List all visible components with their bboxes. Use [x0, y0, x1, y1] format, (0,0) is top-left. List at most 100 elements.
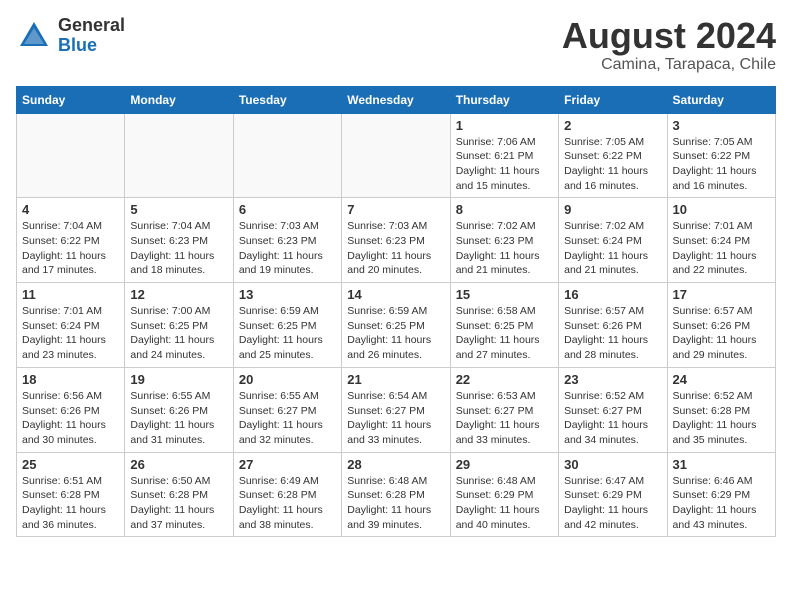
calendar-cell: [17, 113, 125, 198]
day-info: Sunrise: 6:59 AM Sunset: 6:25 PM Dayligh…: [239, 304, 336, 363]
calendar-week-1: 1 Sunrise: 7:06 AM Sunset: 6:21 PM Daylig…: [17, 113, 776, 198]
calendar-cell: [233, 113, 341, 198]
day-info: Sunrise: 6:53 AM Sunset: 6:27 PM Dayligh…: [456, 389, 553, 448]
day-number: 22: [456, 372, 553, 387]
day-number: 5: [130, 202, 227, 217]
weekday-header-monday: Monday: [125, 86, 233, 113]
weekday-header-row: SundayMondayTuesdayWednesdayThursdayFrid…: [17, 86, 776, 113]
day-number: 15: [456, 287, 553, 302]
calendar-cell: 4Sunrise: 7:04 AM Sunset: 6:22 PM Daylig…: [17, 198, 125, 283]
day-number: 17: [673, 287, 770, 302]
day-number: 30: [564, 457, 661, 472]
day-info: Sunrise: 7:03 AM Sunset: 6:23 PM Dayligh…: [239, 219, 336, 278]
day-info: Sunrise: 6:57 AM Sunset: 6:26 PM Dayligh…: [564, 304, 661, 363]
calendar-week-5: 25Sunrise: 6:51 AM Sunset: 6:28 PM Dayli…: [17, 452, 776, 537]
calendar-cell: 31Sunrise: 6:46 AM Sunset: 6:29 PM Dayli…: [667, 452, 775, 537]
day-info: Sunrise: 7:03 AM Sunset: 6:23 PM Dayligh…: [347, 219, 444, 278]
day-number: 14: [347, 287, 444, 302]
calendar-cell: 17 Sunrise: 6:57 AM Sunset: 6:26 PM Dayli…: [667, 283, 775, 368]
day-info: Sunrise: 6:55 AM Sunset: 6:26 PM Dayligh…: [130, 389, 227, 448]
day-info: Sunrise: 6:52 AM Sunset: 6:27 PM Dayligh…: [564, 389, 661, 448]
day-number: 28: [347, 457, 444, 472]
day-number: 10: [673, 202, 770, 217]
day-number: 6: [239, 202, 336, 217]
calendar-cell: 19 Sunrise: 6:55 AM Sunset: 6:26 PM Dayli…: [125, 367, 233, 452]
day-info: Sunrise: 6:48 AM Sunset: 6:29 PM Dayligh…: [456, 474, 553, 533]
day-info: Sunrise: 6:51 AM Sunset: 6:28 PM Dayligh…: [22, 474, 119, 533]
day-info: Sunrise: 7:00 AM Sunset: 6:25 PM Dayligh…: [130, 304, 227, 363]
day-info: Sunrise: 7:04 AM Sunset: 6:22 PM Dayligh…: [22, 219, 119, 278]
day-number: 2: [564, 118, 661, 133]
day-info: Sunrise: 6:58 AM Sunset: 6:25 PM Dayligh…: [456, 304, 553, 363]
calendar-cell: 18Sunrise: 6:56 AM Sunset: 6:26 PM Dayli…: [17, 367, 125, 452]
day-number: 26: [130, 457, 227, 472]
day-info: Sunrise: 6:56 AM Sunset: 6:26 PM Dayligh…: [22, 389, 119, 448]
page-header: General Blue August 2024 Camina, Tarapac…: [16, 16, 776, 74]
day-number: 19: [130, 372, 227, 387]
calendar-cell: 8 Sunrise: 7:02 AM Sunset: 6:23 PM Daylig…: [450, 198, 558, 283]
weekday-header-saturday: Saturday: [667, 86, 775, 113]
calendar-cell: [125, 113, 233, 198]
day-info: Sunrise: 6:59 AM Sunset: 6:25 PM Dayligh…: [347, 304, 444, 363]
day-number: 11: [22, 287, 119, 302]
weekday-header-thursday: Thursday: [450, 86, 558, 113]
calendar-cell: 26 Sunrise: 6:50 AM Sunset: 6:28 PM Dayli…: [125, 452, 233, 537]
calendar-cell: 5 Sunrise: 7:04 AM Sunset: 6:23 PM Daylig…: [125, 198, 233, 283]
day-number: 21: [347, 372, 444, 387]
day-info: Sunrise: 7:01 AM Sunset: 6:24 PM Dayligh…: [673, 219, 770, 278]
day-number: 31: [673, 457, 770, 472]
calendar-cell: 6 Sunrise: 7:03 AM Sunset: 6:23 PM Daylig…: [233, 198, 341, 283]
calendar-cell: 25Sunrise: 6:51 AM Sunset: 6:28 PM Dayli…: [17, 452, 125, 537]
logo-text: General Blue: [58, 16, 125, 56]
day-info: Sunrise: 7:05 AM Sunset: 6:22 PM Dayligh…: [673, 135, 770, 194]
day-info: Sunrise: 6:55 AM Sunset: 6:27 PM Dayligh…: [239, 389, 336, 448]
weekday-header-tuesday: Tuesday: [233, 86, 341, 113]
logo-icon: [16, 18, 52, 54]
calendar-cell: [342, 113, 450, 198]
calendar-cell: 16 Sunrise: 6:57 AM Sunset: 6:26 PM Dayli…: [559, 283, 667, 368]
calendar-cell: 3 Sunrise: 7:05 AM Sunset: 6:22 PM Daylig…: [667, 113, 775, 198]
calendar-cell: 12 Sunrise: 7:00 AM Sunset: 6:25 PM Dayli…: [125, 283, 233, 368]
calendar-cell: 24Sunrise: 6:52 AM Sunset: 6:28 PM Dayli…: [667, 367, 775, 452]
day-number: 3: [673, 118, 770, 133]
day-number: 9: [564, 202, 661, 217]
day-info: Sunrise: 6:52 AM Sunset: 6:28 PM Dayligh…: [673, 389, 770, 448]
day-info: Sunrise: 6:47 AM Sunset: 6:29 PM Dayligh…: [564, 474, 661, 533]
calendar-cell: 21 Sunrise: 6:54 AM Sunset: 6:27 PM Dayli…: [342, 367, 450, 452]
day-number: 16: [564, 287, 661, 302]
logo-blue: Blue: [58, 36, 125, 56]
calendar-cell: 14 Sunrise: 6:59 AM Sunset: 6:25 PM Dayli…: [342, 283, 450, 368]
title-block: August 2024 Camina, Tarapaca, Chile: [562, 16, 776, 74]
calendar-cell: 30 Sunrise: 6:47 AM Sunset: 6:29 PM Dayli…: [559, 452, 667, 537]
day-number: 8: [456, 202, 553, 217]
day-info: Sunrise: 7:06 AM Sunset: 6:21 PM Dayligh…: [456, 135, 553, 194]
month-year: August 2024: [562, 16, 776, 56]
calendar-week-2: 4Sunrise: 7:04 AM Sunset: 6:22 PM Daylig…: [17, 198, 776, 283]
day-number: 20: [239, 372, 336, 387]
day-info: Sunrise: 7:05 AM Sunset: 6:22 PM Dayligh…: [564, 135, 661, 194]
calendar-cell: 27Sunrise: 6:49 AM Sunset: 6:28 PM Dayli…: [233, 452, 341, 537]
day-info: Sunrise: 6:50 AM Sunset: 6:28 PM Dayligh…: [130, 474, 227, 533]
day-number: 1: [456, 118, 553, 133]
calendar-table: SundayMondayTuesdayWednesdayThursdayFrid…: [16, 86, 776, 538]
day-info: Sunrise: 7:02 AM Sunset: 6:23 PM Dayligh…: [456, 219, 553, 278]
day-info: Sunrise: 7:04 AM Sunset: 6:23 PM Dayligh…: [130, 219, 227, 278]
calendar-cell: 29 Sunrise: 6:48 AM Sunset: 6:29 PM Dayli…: [450, 452, 558, 537]
calendar-cell: 1 Sunrise: 7:06 AM Sunset: 6:21 PM Daylig…: [450, 113, 558, 198]
calendar-cell: 28 Sunrise: 6:48 AM Sunset: 6:28 PM Dayli…: [342, 452, 450, 537]
day-number: 12: [130, 287, 227, 302]
calendar-cell: 20 Sunrise: 6:55 AM Sunset: 6:27 PM Dayli…: [233, 367, 341, 452]
day-info: Sunrise: 6:57 AM Sunset: 6:26 PM Dayligh…: [673, 304, 770, 363]
day-info: Sunrise: 6:54 AM Sunset: 6:27 PM Dayligh…: [347, 389, 444, 448]
logo: General Blue: [16, 16, 125, 56]
day-number: 29: [456, 457, 553, 472]
calendar-cell: 11Sunrise: 7:01 AM Sunset: 6:24 PM Dayli…: [17, 283, 125, 368]
day-info: Sunrise: 6:48 AM Sunset: 6:28 PM Dayligh…: [347, 474, 444, 533]
calendar-cell: 7Sunrise: 7:03 AM Sunset: 6:23 PM Daylig…: [342, 198, 450, 283]
calendar-cell: 13Sunrise: 6:59 AM Sunset: 6:25 PM Dayli…: [233, 283, 341, 368]
calendar-week-3: 11Sunrise: 7:01 AM Sunset: 6:24 PM Dayli…: [17, 283, 776, 368]
calendar-cell: 15 Sunrise: 6:58 AM Sunset: 6:25 PM Dayli…: [450, 283, 558, 368]
calendar-cell: 10 Sunrise: 7:01 AM Sunset: 6:24 PM Dayli…: [667, 198, 775, 283]
calendar-cell: 9Sunrise: 7:02 AM Sunset: 6:24 PM Daylig…: [559, 198, 667, 283]
day-info: Sunrise: 6:49 AM Sunset: 6:28 PM Dayligh…: [239, 474, 336, 533]
